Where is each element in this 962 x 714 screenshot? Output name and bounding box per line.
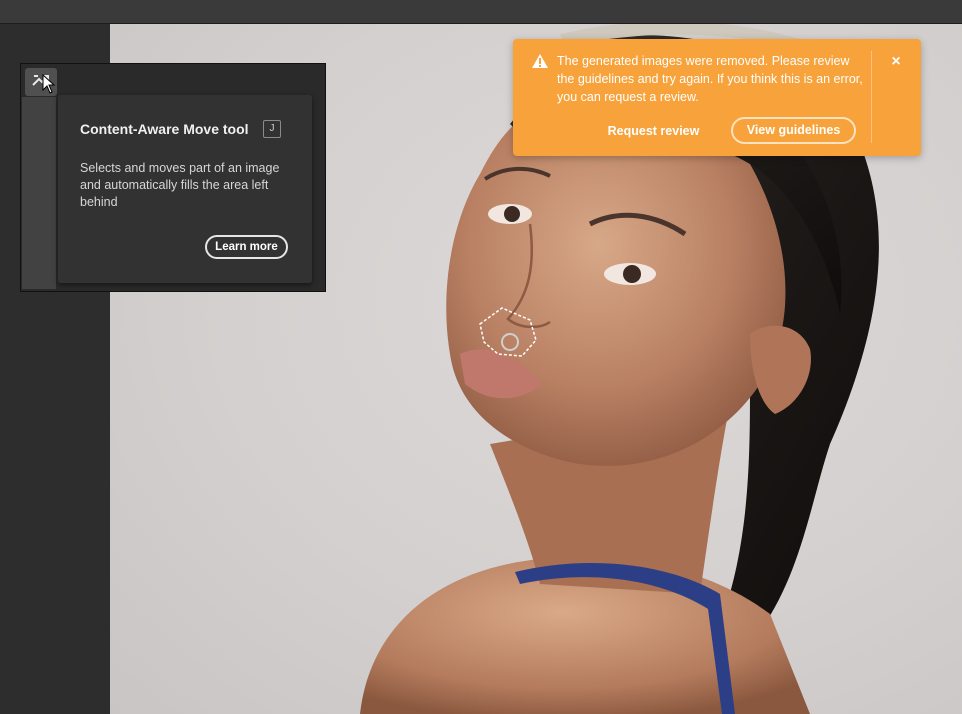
toast-message: The generated images were removed. Pleas…: [557, 54, 863, 104]
app-top-bar: [0, 0, 962, 24]
tool-tooltip: Content-Aware Move tool J Selects and mo…: [58, 95, 312, 283]
error-toast: The generated images were removed. Pleas…: [513, 39, 921, 156]
mouse-cursor-icon: [42, 73, 56, 99]
learn-more-button[interactable]: Learn more: [205, 235, 288, 259]
close-icon[interactable]: ×: [885, 51, 907, 73]
tooltip-title: Content-Aware Move tool: [80, 121, 249, 137]
shortcut-key: J: [263, 120, 281, 138]
warning-icon: [531, 53, 549, 74]
toast-divider: [871, 51, 872, 143]
toolbar-strip: [22, 97, 56, 289]
request-review-button[interactable]: Request review: [597, 119, 710, 143]
tooltip-description: Selects and moves part of an image and a…: [80, 161, 280, 209]
view-guidelines-button[interactable]: View guidelines: [731, 117, 856, 144]
